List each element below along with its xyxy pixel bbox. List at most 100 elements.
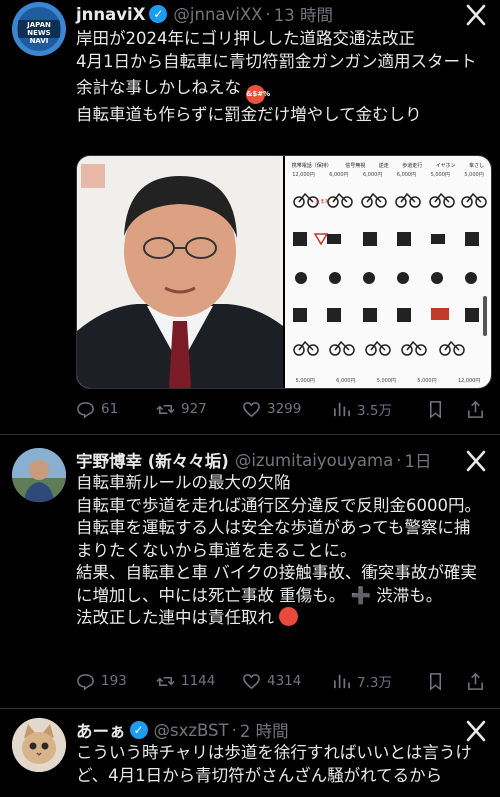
photo-image[interactable] (77, 156, 283, 388)
infographic-label: 傘さし (469, 163, 485, 169)
views-button[interactable]: 7.3万 (332, 671, 426, 691)
image-scrollbar[interactable] (483, 296, 487, 336)
post-body: 自転車新ルールの最大の欠陥 自転車で歩道を走れば通行区分違反で反則金6000円。… (76, 472, 482, 630)
post-1[interactable]: JAPAN NEWS NAVI jnnaviX ✓ @jnnaviXX · 13… (0, 0, 500, 432)
reply-button[interactable]: 193 (76, 672, 156, 691)
author-name[interactable]: 宇野博幸 (新々々垢) (76, 448, 229, 472)
post-line: 自転車道も作らずに罰金だけ増やして金むしり (76, 105, 422, 124)
like-button[interactable]: 3299 (242, 400, 332, 419)
x-logo-icon[interactable] (466, 4, 486, 26)
like-count: 4314 (267, 673, 302, 689)
infographic-fine: 5,000円 (430, 172, 450, 178)
post-line: 自転車新ルールの最大の欠陥 (76, 473, 291, 492)
repost-count: 1144 (181, 673, 216, 689)
views-count: 3.5万 (357, 403, 392, 419)
angry-emoji-icon: &$#% (246, 85, 270, 104)
separator-dot: · (396, 450, 402, 470)
post-line: 自転車で歩道を走れば通行区分違反で反則金6000円。 (76, 495, 481, 515)
repost-count: 927 (181, 401, 207, 417)
author-handle[interactable]: @sxzBST (154, 721, 229, 740)
infographic-label: 信号無視 (345, 163, 366, 169)
infographic-fine: 12,000円 (457, 378, 481, 384)
separator-dot: · (265, 4, 271, 24)
infographic-fine: 6,000円 (363, 172, 383, 178)
angry-emoji-icon (279, 607, 299, 626)
post-header: あーぁ ✓ @sxzBST · 2 時間 (76, 718, 289, 742)
views-icon (333, 674, 350, 688)
post-header: jnnaviX ✓ @jnnaviXX · 13 時間 (76, 2, 333, 26)
repost-button[interactable]: 927 (156, 400, 242, 419)
views-count: 7.3万 (357, 675, 392, 691)
post-divider (0, 434, 500, 435)
heart-icon (243, 673, 260, 689)
post-2[interactable]: 宇野博幸 (新々々垢) @izumitaiyouyama · 1日 自転車新ルー… (0, 446, 500, 696)
infographic-fine: 6,000円 (336, 378, 356, 384)
infographic-fine: 6,000円 (329, 172, 349, 178)
reply-count: 61 (101, 401, 119, 417)
infographic-fine: 5,000円 (376, 378, 397, 384)
avatar[interactable] (12, 718, 66, 772)
verified-badge-icon: ✓ (149, 5, 168, 23)
x-logo-icon[interactable] (466, 720, 486, 742)
views-icon (333, 402, 350, 416)
post-line: こういう時チャリは歩道を徐行すればいいとは言うけど、4月1日から青切符がさんざん… (76, 743, 472, 785)
stop-sign-icon (313, 233, 329, 246)
heart-icon (243, 401, 260, 417)
author-handle[interactable]: @jnnaviXX (173, 5, 262, 24)
share-button[interactable] (466, 400, 485, 419)
avatar[interactable]: JAPAN NEWS NAVI (12, 2, 66, 56)
infographic-row: 携帯電話（保持） 信号無視 逆走 歩道走行 イヤホン 傘さし (285, 156, 491, 169)
post-3[interactable]: あーぁ ✓ @sxzBST · 2 時間 こういう時チャリは歩道を徐行すればいい… (0, 716, 500, 797)
share-button[interactable] (466, 672, 485, 691)
verified-badge-icon: ✓ (129, 721, 148, 739)
author-name[interactable]: jnnaviX (76, 5, 145, 24)
views-button[interactable]: 3.5万 (332, 399, 426, 419)
portrait-image (77, 156, 283, 388)
avatar-text: JAPAN NEWS NAVI (27, 21, 51, 45)
infographic-label: イヤホン (435, 163, 456, 169)
post-line: 岸田が2024年にゴリ押しした道路交通法改正 (76, 29, 415, 48)
post-line: 法改正した連中は責任取れ (76, 608, 274, 627)
infographic-image[interactable]: 携帯電話（保持） 信号無視 逆走 歩道走行 イヤホン 傘さし 12,000円 6… (285, 156, 491, 388)
author-handle[interactable]: @izumitaiyouyama (235, 451, 393, 470)
repost-icon (156, 404, 175, 414)
author-name[interactable]: あーぁ (76, 718, 126, 742)
post-line: 4月1日から自転車に青切符罰金ガンガン適用スタート (76, 51, 477, 71)
reply-icon (77, 401, 94, 419)
like-count: 3299 (267, 401, 302, 417)
share-icon (468, 400, 483, 418)
stop-sign-label: 止まれ (315, 199, 331, 205)
bookmark-button[interactable] (426, 400, 466, 419)
infographic-label: 逆走 (378, 163, 389, 169)
infographic-row: 12,000円 6,000円 6,000円 6,000円 5,000円 5,00… (285, 169, 491, 178)
repost-button[interactable]: 1144 (156, 672, 242, 691)
share-icon (468, 672, 483, 690)
post-body: こういう時チャリは歩道を徐行すればいいとは言うけど、4月1日から青切符がさんざん… (76, 742, 482, 787)
post-line: 自転車を運転する人は安全な歩道があっても警察に捕まりたくないから車道を走ることに… (76, 518, 471, 560)
separator-dot: · (231, 720, 237, 740)
repost-icon (156, 676, 175, 686)
avatar-cat-icon (12, 718, 66, 772)
post-time[interactable]: 13 時間 (274, 2, 333, 26)
x-logo-icon[interactable] (466, 450, 486, 472)
reply-button[interactable]: 61 (76, 400, 156, 419)
bicycle-icons-grid (293, 192, 487, 356)
action-bar: 193 1144 4314 7.3万 (76, 668, 486, 694)
infographic-fine: 5,000円 (464, 172, 484, 178)
post-body: 岸田が2024年にゴリ押しした道路交通法改正 4月1日から自転車に青切符罰金ガン… (76, 28, 486, 127)
post-time[interactable]: 1日 (404, 448, 431, 472)
bookmark-icon (429, 672, 442, 691)
media-grid[interactable]: 携帯電話（保持） 信号無視 逆走 歩道走行 イヤホン 傘さし 12,000円 6… (76, 155, 492, 389)
infographic-fine: 12,000円 (292, 172, 315, 178)
bookmark-button[interactable] (426, 672, 466, 691)
post-divider (0, 708, 500, 709)
infographic-label: 歩道走行 (402, 163, 423, 169)
post-line: 余計な事しかしねえな (76, 78, 241, 97)
avatar[interactable] (12, 448, 66, 502)
avatar-photo-icon (12, 448, 66, 502)
post-time[interactable]: 2 時間 (240, 718, 289, 742)
bookmark-icon (429, 400, 442, 419)
infographic-fine: 5,000円 (417, 378, 437, 384)
post-header: 宇野博幸 (新々々垢) @izumitaiyouyama · 1日 (76, 448, 431, 472)
like-button[interactable]: 4314 (242, 672, 332, 691)
